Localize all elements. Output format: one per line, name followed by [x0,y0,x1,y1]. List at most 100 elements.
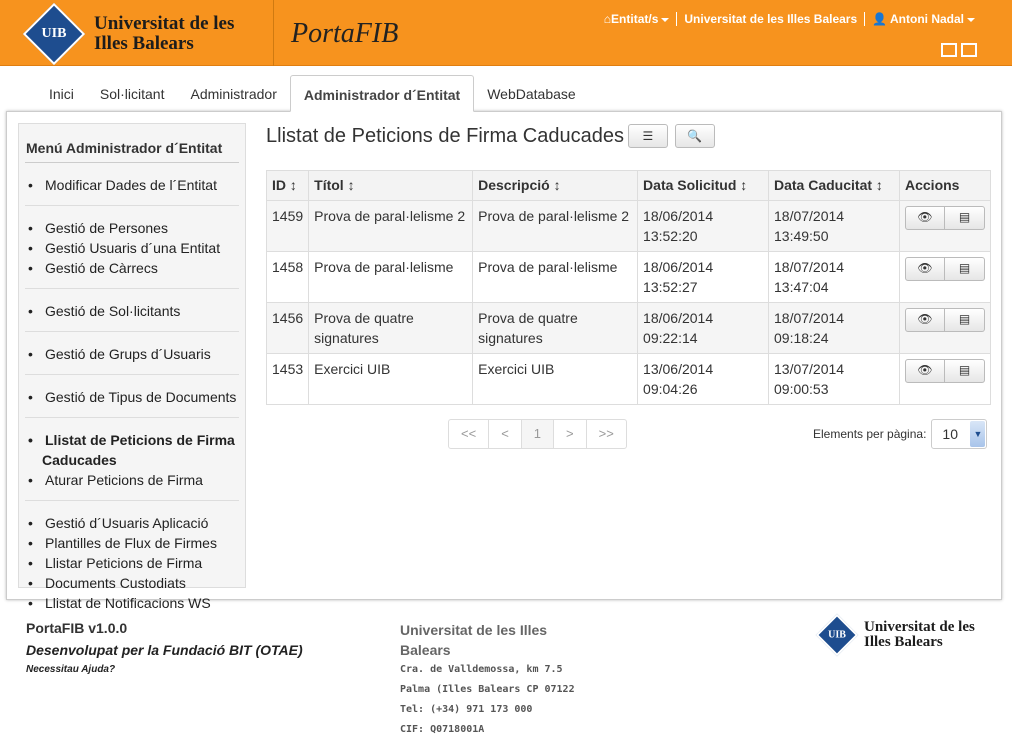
sort-arrows-icon: ↕ [289,177,297,193]
pager-first[interactable]: << [449,420,488,448]
cif: CIF: Q0718001A [400,724,485,735]
sidebar-item-persones[interactable]: Gestió de Persones [25,218,239,238]
pager-next[interactable]: > [553,420,586,448]
top-nav: ⌂Entitat/s Universitat de les Illes Bale… [597,12,982,26]
logo-line2: Illes Balears [864,634,943,650]
time: 09:04:26 [643,381,698,397]
sidebar-item-peticions-caducades[interactable]: Llistat de Peticions de Firma Caducades [25,430,239,470]
date: 13/06/2014 [643,361,714,377]
sidebar-item-aturar-peticions[interactable]: Aturar Peticions de Firma [25,470,239,490]
cell-accions: 👁 ▤ [899,302,991,354]
time: 09:00:53 [774,381,829,397]
footer-uni-name: Universitat de les Illes Balears [400,622,548,658]
view-button[interactable]: 👁 [905,206,945,230]
entitats-label: Entitat/s [611,12,659,26]
date: 18/06/2014 [643,259,714,275]
time: 13:47:04 [774,279,829,295]
time: 13:52:27 [643,279,698,295]
per-page-select[interactable]: 10 ▼ [931,419,988,449]
sidebar-item-sollicitants[interactable]: Gestió de Sol·licitants [25,301,239,321]
footer-logo-text: Universitat de les Illes Balears [864,620,975,650]
sidebar-item-tipus-documents[interactable]: Gestió de Tipus de Documents [25,387,239,407]
table-row: 1456 Prova de quatre signatures Prova de… [265,302,991,354]
caret-down-icon [661,17,670,22]
university-logo[interactable]: UIB Universitat de les Illes Balears [22,2,274,66]
footer-left: PortaFIB v1.0.0 Desenvolupat per la Fund… [26,620,303,675]
cell-id: 1456 [265,302,310,354]
search-button[interactable]: 🔍 [674,124,715,148]
sidebar-item-notificacions-ws[interactable]: Llistat de Notificacions WS [25,593,239,613]
menu-group: Llistat de Peticions de Firma Caducades … [25,428,239,501]
sidebar-item-usuaris-aplicacio[interactable]: Gestió d´Usuaris Aplicació [25,513,239,533]
column-header-id[interactable]: ID ↕ [265,170,310,201]
cell-descripcio: Prova de paral·lelisme 2 [472,200,639,252]
cell-titol: Prova de paral·lelisme 2 [308,200,474,252]
sidebar-title: Menú Administrador d´Entitat [25,130,239,163]
column-header-descripcio[interactable]: Descripció ↕ [472,170,639,201]
sidebar-item-carrecs[interactable]: Gestió de Càrrecs [25,258,239,278]
tab-inici[interactable]: Inici [36,75,87,112]
sidebar-item-usuaris-entitat[interactable]: Gestió Usuaris d´una Entitat [25,238,239,258]
view-button[interactable]: 👁 [905,308,945,332]
menu-group: Modificar Dades de l´Entitat [25,173,239,206]
eye-icon: 👁 [917,312,933,326]
cell-accions: 👁 ▤ [899,353,991,405]
column-header-titol[interactable]: Títol ↕ [308,170,474,201]
footer-logo[interactable]: UIB Universitat de les Illes Balears [815,613,975,657]
sidebar-item-plantilles-flux[interactable]: Plantilles de Flux de Firmes [25,533,239,553]
entity-link[interactable]: Universitat de les Illes Balears [676,12,864,26]
cell-descripcio: Prova de paral·lelisme [472,251,639,303]
cell-titol: Prova de quatre signatures [308,302,474,354]
tab-sollicitant[interactable]: Sol·licitant [87,75,178,112]
sort-button[interactable]: ☰ [627,124,668,148]
eye-icon: 👁 [917,210,933,224]
list-button[interactable]: ▤ [945,206,985,230]
sidebar-item-documents-custodiats[interactable]: Documents Custodiats [25,573,239,593]
university-name: Universitat de les Illes Balears [94,14,234,54]
menu-group: Gestió de Grups d´Usuaris [25,342,239,375]
cell-accions: 👁 ▤ [899,200,991,252]
portafib-logo[interactable]: PortaFIB [291,18,398,50]
chevron-down-icon: ▼ [970,421,986,447]
cell-id: 1459 [265,200,310,252]
column-header-data-solicitud[interactable]: Data Solicitud ↕ [637,170,769,201]
help-link[interactable]: Necessitau Ajuda? [26,664,303,675]
columns-layout-icon[interactable] [941,43,957,57]
sidebar-item-grups-usuaris[interactable]: Gestió de Grups d´Usuaris [25,344,239,364]
column-header-data-caducitat[interactable]: Data Caducitat ↕ [768,170,900,201]
version-text: PortaFIB v1.0.0 [26,620,128,636]
sidebar-item-modificar-dades[interactable]: Modificar Dades de l´Entitat [25,175,239,195]
cell-titol: Exercici UIB [308,353,474,405]
tab-administrador[interactable]: Administrador [178,75,290,112]
menu-group: Gestió de Persones Gestió Usuaris d´una … [25,216,239,289]
tab-webdatabase[interactable]: WebDatabase [474,75,588,112]
date: 18/07/2014 [774,208,845,224]
search-icon: 🔍 [687,129,703,143]
entitats-dropdown[interactable]: ⌂Entitat/s [597,12,677,26]
cell-data-caducitat: 13/07/2014 09:00:53 [768,353,900,405]
list-button[interactable]: ▤ [945,308,985,332]
list-button[interactable]: ▤ [945,359,985,383]
time: 09:22:14 [643,330,698,346]
university-name-line1: Universitat de les [94,13,235,34]
pager-last[interactable]: >> [585,420,626,448]
menu-group: Gestió de Tipus de Documents [25,385,239,418]
menu-group: Gestió d´Usuaris Aplicació Plantilles de… [25,511,239,623]
sort-lines-icon: ☰ [642,129,654,143]
eye-icon: 👁 [917,363,933,377]
date: 18/07/2014 [774,310,845,326]
pager-prev[interactable]: < [488,420,521,448]
sidebar-item-llistar-peticions[interactable]: Llistar Peticions de Firma [25,553,239,573]
tab-administrador-entitat[interactable]: Administrador d´Entitat [289,75,475,112]
rows-layout-icon[interactable] [961,43,977,57]
pager-page-1[interactable]: 1 [520,420,554,448]
address-line2: Palma (Illes Balears CP 07122 [400,684,575,695]
university-name-line2: Illes Balears [94,33,194,54]
list-button[interactable]: ▤ [945,257,985,281]
user-menu[interactable]: 👤 Antoni Nadal [864,12,982,26]
view-button[interactable]: 👁 [905,359,945,383]
uib-emblem-text: UIB [41,26,67,41]
cell-data-solicitud: 18/06/2014 09:22:14 [637,302,769,354]
page-title: Llistat de Peticions de Firma Caducades [266,124,624,147]
view-button[interactable]: 👁 [905,257,945,281]
